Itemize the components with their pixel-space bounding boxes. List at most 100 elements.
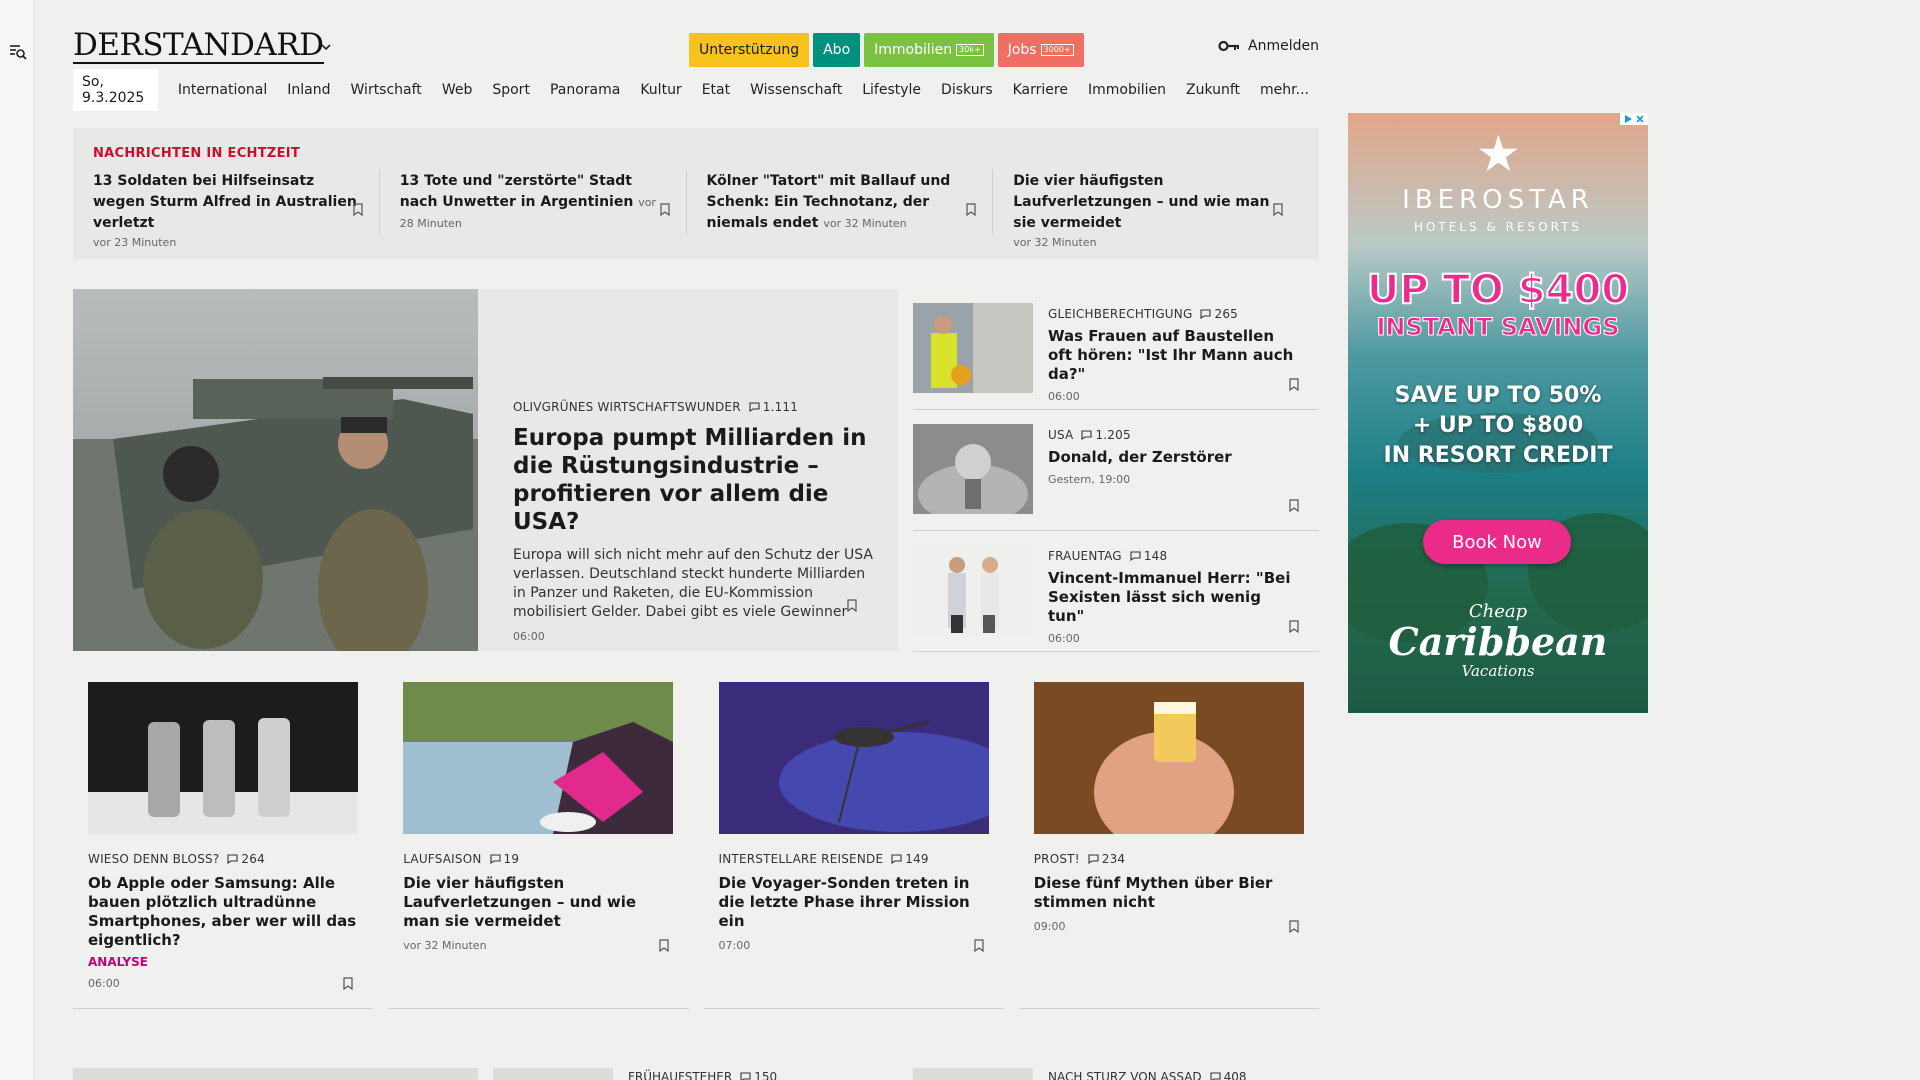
comment-count[interactable]: 150 [740, 1070, 777, 1080]
ticker-item[interactable]: 13 Tote und "zerstörte" Stadt nach Unwet… [378, 169, 686, 234]
close-icon[interactable] [1635, 114, 1645, 124]
side-story-title[interactable]: Donald, der Zerstörer [1048, 448, 1298, 467]
nav-item-zukunft[interactable]: Zukunft [1176, 82, 1250, 98]
comment-count[interactable]: 19 [489, 852, 520, 866]
comment-count[interactable]: 148 [1130, 549, 1168, 563]
comment-count-value: 264 [241, 852, 265, 866]
main-content: DERSTANDARD Unterstützung Abo Immobilien 30… [73, 0, 1319, 1080]
comment-count[interactable]: 264 [227, 852, 265, 866]
bookmark-icon[interactable] [847, 599, 857, 612]
side-story[interactable]: FRAUENTAG 148 Vincent-Immanuel Herr: "Bei … [913, 531, 1319, 652]
nav-item-international[interactable]: International [168, 82, 277, 98]
story-thumbnail[interactable] [913, 424, 1033, 514]
comment-count[interactable]: 234 [1088, 852, 1126, 866]
date-label: So, 9.3.2025 [73, 69, 158, 111]
side-story-title[interactable]: Vincent-Immanuel Herr: "Bei Sexisten läs… [1048, 569, 1298, 626]
bookmark-icon[interactable] [1273, 203, 1283, 216]
comment-count[interactable]: 1.111 [749, 400, 798, 414]
bookmark-icon[interactable] [343, 977, 353, 990]
top-button-immobilien[interactable]: Immobilien 30k+ [864, 33, 994, 67]
kicker-label: INTERSTELLARE REISENDE [718, 852, 884, 866]
nav-item-etat[interactable]: Etat [692, 82, 740, 98]
bookmark-icon[interactable] [659, 203, 670, 216]
side-story-time: 06:00 [1048, 632, 1080, 645]
story-thumbnail[interactable] [913, 303, 1033, 393]
bookmark-icon[interactable] [353, 203, 363, 216]
story-image[interactable] [73, 1068, 478, 1080]
kicker-label: FRAUENTAG [1048, 549, 1122, 563]
nav-item-lifestyle[interactable]: Lifestyle [852, 82, 931, 98]
side-story[interactable]: GLEICHBERECHTIGUNG 265 Was Frauen auf Baus… [913, 289, 1319, 410]
comment-count[interactable]: 1.205 [1081, 428, 1131, 442]
ticker-headline[interactable]: 13 Tote und "zerstörte" Stadt nach Unwet… [400, 171, 668, 234]
ad-headline-2: INSTANT SAVINGS [1376, 313, 1620, 342]
book-now-button[interactable]: Book Now [1423, 520, 1571, 564]
card-title[interactable]: Die Voyager-Sonden treten in die letzte … [719, 874, 989, 931]
ticker-item[interactable]: Die vier häufigsten Laufverletzungen – u… [992, 169, 1299, 249]
login-button[interactable]: Anmelden [1218, 38, 1319, 54]
bookmark-icon[interactable] [966, 203, 976, 216]
count-badge: 3000+ [1040, 44, 1074, 56]
story-card[interactable]: PROST! 234 Diese fünf Mythen über Bier sti… [1018, 682, 1319, 1009]
bookmark-icon[interactable] [1289, 920, 1299, 933]
top-button-unterstützung[interactable]: Unterstützung [689, 33, 810, 67]
card-title[interactable]: Ob Apple oder Samsung: Alle bauen plötzl… [88, 874, 358, 950]
star-icon: ★ [1476, 125, 1521, 183]
story-thumbnail[interactable] [913, 545, 1033, 635]
story-image[interactable] [1033, 682, 1304, 852]
ad-sub: HOTELS & RESORTS [1413, 220, 1583, 234]
story-card[interactable]: INTERSTELLARE REISENDE 149 Die Voyager-Son… [703, 682, 1019, 1009]
lead-title[interactable]: Europa pumpt Milliarden in die Rüstungsi… [513, 424, 873, 536]
ticker-headline-text: Die vier häufigsten Laufverletzungen – u… [1013, 173, 1270, 231]
search-menu-icon[interactable] [9, 43, 27, 61]
bookmark-icon[interactable] [1289, 378, 1299, 391]
bookmark-icon[interactable] [1289, 620, 1299, 633]
nav-item-inland[interactable]: Inland [277, 82, 340, 98]
comment-count[interactable]: 265 [1200, 307, 1238, 321]
ticker-item[interactable]: Kölner "Tatort" mit Ballauf und Schenk: … [685, 169, 993, 234]
bookmark-icon[interactable] [1289, 499, 1299, 512]
site-logo[interactable]: DERSTANDARD [73, 28, 324, 64]
nav-item-kultur[interactable]: Kultur [630, 82, 691, 98]
story-thumbnail[interactable] [913, 1068, 1033, 1080]
story-image[interactable] [403, 682, 674, 834]
story-card[interactable]: LAUFSAISON 19 Die vier häufigsten Laufverl… [388, 682, 689, 1009]
bookmark-icon[interactable] [974, 939, 984, 952]
nav-item-web[interactable]: Web [432, 82, 483, 98]
iberostar-ad[interactable]: ★ IBEROSTAR HOTELS & RESORTS UP TO $400 … [1348, 113, 1648, 713]
lead-story[interactable]: OLIVGRÜNES WIRTSCHAFTSWUNDER 1.111 Europ… [73, 289, 898, 651]
comment-icon [740, 1072, 751, 1080]
nav-item-wirtschaft[interactable]: Wirtschaft [341, 82, 432, 98]
card-title[interactable]: Diese fünf Mythen über Bier stimmen nich… [1034, 874, 1304, 912]
story-image[interactable] [88, 682, 358, 834]
comment-count[interactable]: 149 [891, 852, 929, 866]
ad-choices[interactable] [1620, 113, 1648, 125]
chevron-down-icon[interactable] [319, 40, 333, 54]
bookmark-icon[interactable] [658, 939, 669, 952]
nav-item-karriere[interactable]: Karriere [1003, 82, 1078, 98]
story-card[interactable]: WIESO DENN BLOSS? 264 Ob Apple oder Samsun… [73, 682, 374, 1009]
top-button-jobs[interactable]: Jobs 3000+ [997, 33, 1084, 67]
lead-kicker: OLIVGRÜNES WIRTSCHAFTSWUNDER 1.111 [513, 400, 873, 414]
ticker-headline[interactable]: Kölner "Tatort" mit Ballauf und Schenk: … [707, 171, 975, 234]
nav-item-mehr[interactable]: mehr... [1250, 82, 1319, 98]
top-button-abo[interactable]: Abo [813, 33, 861, 67]
card-title[interactable]: Die vier häufigsten Laufverletzungen – u… [403, 874, 673, 931]
side-story[interactable]: USA 1.205 Donald, der Zerstörer Gestern, 19… [913, 410, 1319, 531]
top-buttons: Unterstützung Abo Immobilien 30k+ Jobs 3000+ [689, 33, 1084, 67]
side-story-title[interactable]: Was Frauen auf Baustellen oft hören: "Is… [1048, 327, 1298, 384]
ad-info-icon[interactable] [1623, 114, 1633, 124]
ticker-item[interactable]: 13 Soldaten bei Hilfseinsatz wegen Sturm… [93, 169, 379, 249]
story-thumbnail[interactable] [493, 1068, 613, 1080]
ticker-headline[interactable]: 13 Soldaten bei Hilfseinsatz wegen Sturm… [93, 171, 361, 234]
nav-item-immobilien[interactable]: Immobilien [1078, 82, 1176, 98]
nav-item-diskurs[interactable]: Diskurs [931, 82, 1003, 98]
nav-item-panorama[interactable]: Panorama [540, 82, 630, 98]
nav-item-sport[interactable]: Sport [482, 82, 540, 98]
section-nav: So, 9.3.2025 International Inland Wirtscha… [73, 69, 1319, 111]
story-image[interactable] [718, 682, 1019, 834]
kicker-label: WIESO DENN BLOSS? [88, 852, 220, 866]
nav-item-wissenschaft[interactable]: Wissenschaft [740, 82, 852, 98]
ticker-headline[interactable]: Die vier häufigsten Laufverletzungen – u… [1013, 171, 1281, 234]
comment-count[interactable]: 408 [1210, 1070, 1247, 1080]
